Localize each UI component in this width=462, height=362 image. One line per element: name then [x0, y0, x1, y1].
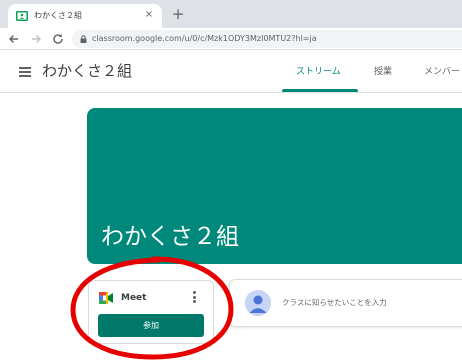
announce-box[interactable]: クラスに知らせたいことを入力: [229, 279, 462, 327]
lock-icon: [80, 35, 87, 43]
announce-placeholder: クラスに知らせたいことを入力: [282, 298, 387, 307]
browser-tab[interactable]: わかくさ２組 ×: [8, 4, 162, 28]
tab-classwork[interactable]: 授業: [374, 65, 392, 79]
meet-card: Meet 参加: [88, 280, 214, 344]
close-tab-icon[interactable]: ×: [142, 7, 156, 23]
hamburger-menu-icon[interactable]: [19, 67, 31, 77]
avatar: [245, 290, 271, 316]
more-vert-icon[interactable]: [193, 291, 197, 305]
browser-toolbar: classroom.google.com/u/0/c/Mzk1ODY3MzI0M…: [0, 28, 462, 50]
reload-icon[interactable]: [50, 31, 66, 47]
back-arrow-icon[interactable]: [6, 31, 22, 47]
url-text: classroom.google.com/u/0/c/Mzk1ODY3MzI0M…: [92, 34, 317, 43]
meet-logo-icon: [99, 292, 113, 304]
app-header: わかくさ２組 ストリーム 授業 メンバー: [0, 51, 462, 93]
browser-tab-strip: わかくさ２組 × +: [0, 0, 462, 28]
meet-label: Meet: [121, 293, 147, 303]
page-title: わかくさ２組: [42, 62, 133, 80]
address-bar[interactable]: classroom.google.com/u/0/c/Mzk1ODY3MzI0M…: [72, 30, 462, 48]
tab-members[interactable]: メンバー: [424, 65, 460, 79]
tab-stream[interactable]: ストリーム: [296, 65, 341, 79]
banner-title: わかくさ２組: [101, 224, 239, 250]
browser-tab-title: わかくさ２組: [34, 11, 82, 20]
class-banner: わかくさ２組: [87, 108, 462, 264]
forward-arrow-icon[interactable]: [28, 31, 44, 47]
new-tab-button[interactable]: +: [170, 5, 186, 23]
active-tab-indicator: [282, 89, 358, 92]
classroom-favicon-icon: [16, 11, 28, 21]
join-meet-button[interactable]: 参加: [98, 314, 204, 337]
